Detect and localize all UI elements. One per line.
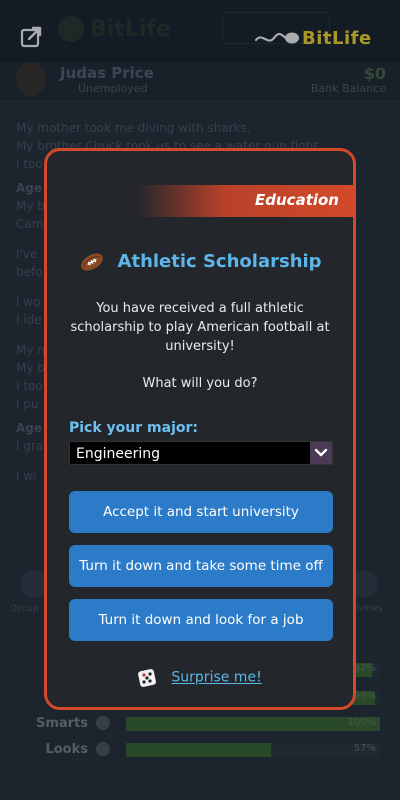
education-modal: Education Athletic Scholarship You have …	[44, 148, 356, 710]
modal-question: What will you do?	[142, 376, 258, 391]
major-selected-value: Engineering	[76, 446, 160, 462]
major-select[interactable]: Engineering	[69, 441, 333, 465]
modal-title: Athletic Scholarship	[117, 251, 322, 272]
football-icon	[81, 252, 104, 271]
surprise-me-link[interactable]: Surprise me!	[171, 670, 261, 686]
chevron-down-icon[interactable]	[310, 442, 332, 464]
surprise-row: Surprise me!	[47, 667, 353, 687]
modal-title-row: Athletic Scholarship	[47, 251, 353, 272]
dice-icon	[138, 668, 157, 687]
decline-take-time-off-button[interactable]: Turn it down and take some time off	[69, 545, 333, 587]
category-label: Education	[255, 191, 339, 209]
accept-scholarship-button[interactable]: Accept it and start university	[69, 491, 333, 533]
modal-description: You have received a full athletic schola…	[70, 301, 330, 354]
major-label: Pick your major:	[69, 420, 198, 436]
category-banner: Education	[137, 185, 353, 217]
decline-look-for-job-button[interactable]: Turn it down and look for a job	[69, 599, 333, 641]
